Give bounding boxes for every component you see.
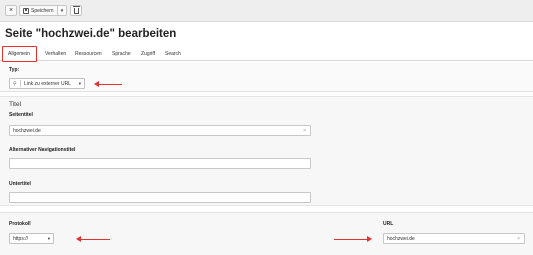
doktype-select[interactable]: ⚲ Link zu externer URL ▾ [9,78,85,89]
clear-icon[interactable]: × [303,128,306,134]
annotation-arrow [334,236,372,242]
link-icon: ⚲ [13,80,21,87]
save-button[interactable]: Speichern [19,5,57,16]
url-label: URL [383,221,394,227]
section-heading: Titel [9,101,22,108]
tab-verhalten[interactable]: Verhalten [45,48,66,61]
url-value: hochzwei.de [387,235,415,242]
save-options-dropdown[interactable]: ▾ [57,5,67,16]
nav-title-label: Alternativer Navigationstitel [9,147,76,153]
seitentitel-value: hochzwei.de [13,127,41,134]
url-input[interactable]: hochzwei.de × [383,233,525,244]
tab-allgemein[interactable]: Allgemein [2,46,37,62]
url-section: Protokoll https:// ▾ URL hochzwei.de × [0,212,533,255]
doc-header-toolbar: × Speichern ▾ [0,0,533,22]
typ-section: Typ: ⚲ Link zu externer URL ▾ [0,62,533,92]
protokoll-value: https:// [13,235,29,242]
seitentitel-input[interactable]: hochzwei.de × [9,125,311,136]
tab-search[interactable]: Search [165,48,181,61]
delete-button[interactable] [70,5,82,16]
untertitel-input[interactable] [9,192,311,203]
tab-ressourcen[interactable]: Ressourcen [75,48,102,61]
chevron-down-icon: ▾ [60,7,64,14]
floppy-disk-icon [23,7,29,14]
untertitel-label: Untertitel [9,181,31,187]
doktype-value: Link zu externer URL [24,80,71,87]
tab-sprache[interactable]: Sprache [112,48,131,61]
nav-title-input[interactable] [9,158,311,169]
protokoll-select[interactable]: https:// ▾ [9,233,54,244]
page-title: Seite "hochzwei.de" bearbeiten [5,28,177,40]
chevron-down-icon: ▾ [47,236,50,241]
close-icon: × [8,7,14,14]
annotation-arrow [76,236,110,242]
clear-icon[interactable]: × [517,236,520,242]
close-button[interactable]: × [5,5,17,16]
chevron-down-icon: ▾ [78,81,81,86]
titel-section: Titel Seitentitel hochzwei.de × Alternat… [0,96,533,206]
annotation-arrow [94,81,122,87]
protokoll-label: Protokoll [9,221,31,227]
save-button-label: Speichern [31,7,54,14]
tab-bar: Allgemein Verhalten Ressourcen Sprache Z… [0,46,533,62]
typ-label: Typ: [9,67,20,73]
tab-zugriff[interactable]: Zugriff [141,48,155,61]
trash-icon [72,6,80,14]
seitentitel-label: Seitentitel [9,112,33,118]
